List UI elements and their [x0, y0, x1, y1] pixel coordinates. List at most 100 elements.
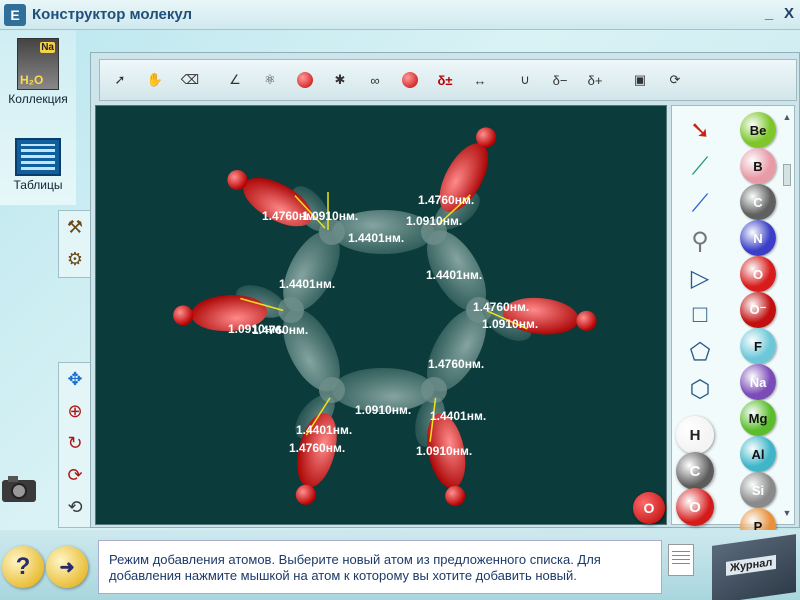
- collection-icon: Na H₂O: [17, 38, 59, 90]
- bond-length-label: 1.0910нм.: [302, 209, 358, 223]
- element-o-ion-button[interactable]: O⁻: [740, 292, 776, 328]
- toolbar: ➚ ✋ ⌫ ∠ ⚛ ✱ ∞ δ± ↔ ∪ δ− δ+ ▣ ⟳: [99, 59, 797, 101]
- collection-button[interactable]: Na H₂O Коллекция: [0, 32, 76, 106]
- forward-button[interactable]: ➜: [46, 546, 88, 588]
- selected-atom-indicator: O: [633, 492, 665, 524]
- oxygen-atom: [227, 169, 248, 190]
- potential-well-icon[interactable]: ∪: [509, 64, 541, 96]
- title-bar: Е Конструктор молекул _ X: [0, 0, 800, 30]
- palette-scroll-thumb[interactable]: [783, 164, 791, 186]
- bond-length-label: 1.4760нм.: [289, 441, 345, 455]
- notepad-icon[interactable]: [668, 544, 694, 576]
- bond-length-label: 1.4401нм.: [430, 409, 486, 423]
- quick-atom-c-button[interactable]: C: [676, 452, 714, 490]
- collection-icon-text: H₂O: [20, 73, 44, 87]
- zoom-icon[interactable]: ⊕: [59, 395, 91, 427]
- element-n-button[interactable]: N: [740, 220, 776, 256]
- app-window: { "window": { "title": "Конструктор моле…: [0, 0, 800, 600]
- element-si-button[interactable]: Si: [740, 472, 776, 508]
- app-logo-icon: Е: [4, 4, 26, 26]
- pentagon-shape-icon[interactable]: ⬠: [682, 336, 718, 368]
- positive-charge-icon[interactable]: δ+: [579, 64, 611, 96]
- molecule-canvas[interactable]: 1.4760нм. 1.0910нм. 1.4401нм. 1.4760нм. 1.09…: [95, 105, 667, 525]
- rotate-x-icon[interactable]: ↻: [59, 427, 91, 459]
- bond-angle-icon[interactable]: ∠: [219, 64, 251, 96]
- select-icon[interactable]: ➚: [104, 64, 136, 96]
- element-c-button[interactable]: C: [740, 184, 776, 220]
- quick-atom-o-button[interactable]: O: [676, 488, 714, 526]
- element-mg-button[interactable]: Mg: [740, 400, 776, 436]
- molecule-view[interactable]: 1.4760нм. 1.0910нм. 1.4401нм. 1.4760нм. 1.09…: [96, 106, 668, 526]
- element-o-button[interactable]: O: [740, 256, 776, 292]
- dipole-icon[interactable]: δ±: [429, 64, 461, 96]
- bond-length-label: 1.4401нм.: [426, 268, 482, 282]
- negative-charge-icon[interactable]: δ−: [544, 64, 576, 96]
- element-palette: ▲ ▼ ➘ ⟋ ⟋ ⚲ ▷ □ ⬠ ⬡ Be B C N O O⁻ F Na Mg Al Si P H C O: [671, 105, 795, 544]
- water-molecule-icon[interactable]: [289, 64, 321, 96]
- side-tool-build-icon[interactable]: ⚙: [59, 243, 91, 275]
- square-shape-icon[interactable]: □: [682, 299, 718, 331]
- minimize-button[interactable]: _: [760, 4, 778, 24]
- bond-length-labels: 1.4760нм. 1.0910нм. 1.4401нм. 1.4760нм. 1.09…: [228, 193, 538, 458]
- palette-scroll-down[interactable]: ▼: [782, 508, 792, 518]
- reset-view-icon[interactable]: ⟲: [59, 491, 91, 523]
- ball-stick-icon[interactable]: ⚲: [682, 225, 718, 257]
- left-panel: Na H₂O Коллекция Таблицы: [0, 30, 76, 205]
- element-na-button[interactable]: Na: [740, 364, 776, 400]
- photo-icon[interactable]: ▣: [624, 64, 656, 96]
- main-frame: ➚ ✋ ⌫ ∠ ⚛ ✱ ∞ δ± ↔ ∪ δ− δ+ ▣ ⟳ 1.4760нм. 1.0910нм. 1.44…: [90, 52, 800, 544]
- triangle-shape-icon[interactable]: ▷: [682, 262, 718, 294]
- oxygen-atom: [295, 484, 316, 505]
- oxygen-atom: [445, 485, 466, 506]
- move-view-icon[interactable]: ✥: [59, 363, 91, 395]
- side-tools-top: ⚒ ⚙: [58, 210, 92, 278]
- bond-length-label: 1.4401нм.: [296, 423, 352, 437]
- bond-length-label: 1.4760нм.: [473, 300, 529, 314]
- bond-length-icon[interactable]: ↔: [464, 64, 496, 96]
- green-bond-icon[interactable]: ⟋: [682, 151, 718, 183]
- journal-button[interactable]: Журнал: [712, 534, 796, 600]
- bond-length-label: 1.4401нм.: [348, 231, 404, 245]
- oxygen-atom: [576, 310, 597, 331]
- element-b-button[interactable]: B: [740, 148, 776, 184]
- blue-bond-icon[interactable]: ⟋: [682, 188, 718, 220]
- element-be-button[interactable]: Be: [740, 112, 776, 148]
- bond-length-label: 1.4760нм.: [252, 323, 308, 337]
- close-button[interactable]: X: [780, 4, 798, 24]
- hand-icon[interactable]: ✋: [139, 64, 171, 96]
- side-tool-hammer-icon[interactable]: ⚒: [59, 211, 91, 243]
- bond-length-label: 1.0910нм.: [482, 317, 538, 331]
- arrow-tool-icon[interactable]: ➘: [682, 114, 718, 146]
- oxygen-atom: [173, 305, 194, 326]
- orbital-fan-icon[interactable]: ✱: [324, 64, 356, 96]
- tables-button[interactable]: Таблицы: [0, 134, 76, 192]
- window-title: Конструктор молекул: [32, 6, 193, 23]
- orbital-p-icon[interactable]: ∞: [359, 64, 391, 96]
- tables-icon: [15, 138, 61, 176]
- help-button[interactable]: ?: [2, 546, 44, 588]
- charge-atom-icon[interactable]: [394, 64, 426, 96]
- forward-arrow-icon: ➜: [59, 556, 75, 577]
- bond-length-label: 1.4401нм.: [279, 277, 335, 291]
- tables-label: Таблицы: [13, 178, 63, 192]
- element-al-button[interactable]: Al: [740, 436, 776, 472]
- rotate-model-icon[interactable]: ⟳: [659, 64, 691, 96]
- rotate-y-icon[interactable]: ⟳: [59, 459, 91, 491]
- bond-length-label: 1.4760нм.: [418, 193, 474, 207]
- journal-label: Журнал: [726, 554, 777, 576]
- palette-scroll-up[interactable]: ▲: [782, 112, 792, 122]
- oxygen-atom: [476, 127, 497, 148]
- quick-atom-h-button[interactable]: H: [676, 416, 714, 454]
- camera-icon: [2, 476, 36, 502]
- eraser-icon[interactable]: ⌫: [174, 64, 206, 96]
- palette-scrollbar[interactable]: ▲ ▼: [782, 112, 792, 520]
- bond-length-label: 1.0910нм.: [416, 444, 472, 458]
- molecule-icon[interactable]: ⚛: [254, 64, 286, 96]
- collection-badge: Na: [40, 42, 55, 53]
- bond-length-label: 1.4760нм.: [428, 357, 484, 371]
- element-f-button[interactable]: F: [740, 328, 776, 364]
- collection-label: Коллекция: [8, 92, 68, 106]
- side-tools-view: ✥ ⊕ ↻ ⟳ ⟲: [58, 362, 92, 528]
- status-message: Режим добавления атомов. Выберите новый …: [98, 540, 662, 594]
- hexagon-shape-icon[interactable]: ⬡: [682, 373, 718, 405]
